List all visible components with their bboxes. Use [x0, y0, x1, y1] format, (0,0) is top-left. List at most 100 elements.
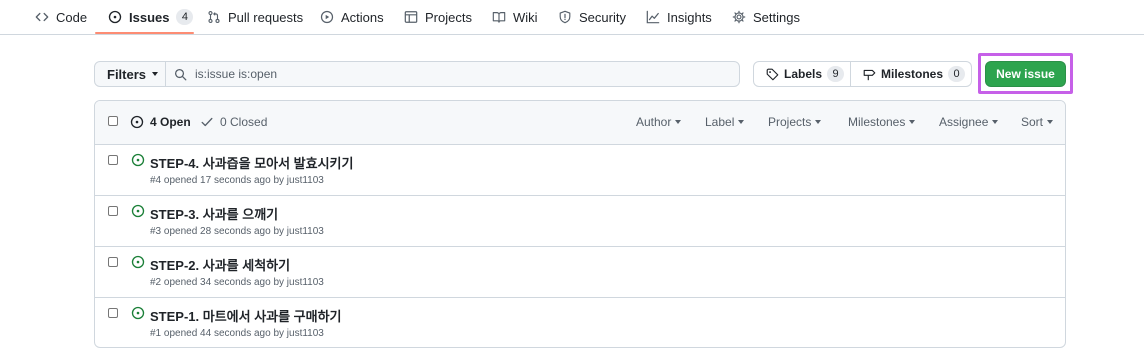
tab-pull-requests[interactable]: Pull requests: [207, 0, 303, 34]
assignee-filter-label: Assignee: [939, 115, 989, 129]
milestone-icon: [863, 69, 876, 80]
tab-wiki[interactable]: Wiki: [492, 0, 538, 34]
select-all-checkbox[interactable]: [108, 116, 118, 126]
tab-projects[interactable]: Projects: [404, 0, 472, 34]
author-filter-dropdown[interactable]: Author: [636, 115, 682, 129]
chevron-down-icon: [1047, 120, 1054, 124]
book-icon: [492, 12, 506, 23]
issue-row: STEP-3. 사과를 으깨기 #3 opened 28 seconds ago…: [95, 196, 1065, 247]
open-count-label: 4 Open: [150, 115, 191, 129]
issues-count-badge: 4: [176, 9, 194, 25]
label-filter-dropdown[interactable]: Label: [705, 115, 745, 129]
issue-title-link[interactable]: STEP-2. 사과를 세척하기: [150, 255, 290, 274]
issue-meta-text: #1 opened 44 seconds ago by: [150, 328, 287, 339]
author-filter-label: Author: [636, 115, 672, 129]
closed-issues-tab[interactable]: 0 Closed: [200, 115, 267, 129]
issue-author-link[interactable]: just1103: [287, 226, 324, 237]
issues-list: 4 Open 0 Closed Author Label Projects Mi…: [94, 100, 1066, 348]
issue-checkbox[interactable]: [108, 257, 118, 267]
tab-code-label: Code: [56, 9, 88, 25]
issue-meta-text: #2 opened 34 seconds ago by: [150, 277, 287, 288]
issue-title-link[interactable]: STEP-3. 사과를 으깨기: [150, 204, 278, 223]
chevron-down-icon: [152, 72, 159, 76]
tab-settings[interactable]: Settings: [732, 0, 800, 34]
chevron-down-icon: [992, 120, 999, 124]
issue-author-link[interactable]: just1103: [287, 328, 324, 339]
issue-meta-text: #3 opened 28 seconds ago by: [150, 226, 287, 237]
assignee-filter-dropdown[interactable]: Assignee: [939, 115, 999, 129]
new-issue-button[interactable]: New issue: [985, 61, 1066, 87]
issue-checkbox[interactable]: [108, 206, 118, 216]
issue-opened-icon: [108, 10, 122, 24]
tab-issues[interactable]: Issues 4: [108, 0, 194, 34]
repo-nav: Code Issues 4 Pull requests Actions Proj…: [0, 0, 1144, 35]
sort-label: Sort: [1021, 115, 1044, 129]
issue-row: STEP-1. 마트에서 사과를 구매하기 #1 opened 44 secon…: [95, 298, 1065, 347]
issue-opened-icon: [131, 306, 145, 320]
issue-meta: #3 opened 28 seconds ago by just1103: [150, 226, 324, 237]
milestones-filter-dropdown[interactable]: Milestones: [848, 115, 916, 129]
issue-opened-icon: [130, 115, 144, 129]
search-icon: [174, 68, 187, 80]
issue-meta: #1 opened 44 seconds ago by just1103: [150, 328, 324, 339]
issue-opened-icon: [131, 153, 145, 167]
tab-insights-label: Insights: [667, 9, 712, 25]
issue-author-link[interactable]: just1103: [287, 175, 324, 186]
issue-title-link[interactable]: STEP-4. 사과즙을 모아서 발효시키기: [150, 153, 353, 172]
issue-meta: #4 opened 17 seconds ago by just1103: [150, 175, 324, 186]
graph-icon: [646, 10, 660, 24]
milestones-count-badge: 0: [948, 66, 966, 82]
milestones-filter-label: Milestones: [848, 115, 906, 129]
label-filter-label: Label: [705, 115, 735, 129]
shield-icon: [559, 10, 571, 24]
issue-checkbox[interactable]: [108, 308, 118, 318]
tab-actions[interactable]: Actions: [320, 0, 384, 34]
tab-wiki-label: Wiki: [513, 9, 538, 25]
milestones-button[interactable]: Milestones 0: [851, 61, 972, 87]
tab-code[interactable]: Code: [35, 0, 87, 34]
chevron-down-icon: [909, 120, 916, 124]
issue-opened-icon: [131, 204, 145, 218]
labels-count-badge: 9: [827, 66, 845, 82]
tab-projects-label: Projects: [425, 9, 472, 25]
issue-row: STEP-4. 사과즙을 모아서 발효시키기 #4 opened 17 seco…: [95, 145, 1065, 196]
issue-title-link[interactable]: STEP-1. 마트에서 사과를 구매하기: [150, 306, 342, 325]
issue-opened-icon: [131, 255, 145, 269]
chevron-down-icon: [738, 120, 745, 124]
closed-count-label: 0 Closed: [220, 115, 268, 129]
open-issues-tab[interactable]: 4 Open: [130, 115, 191, 129]
tab-pull-requests-label: Pull requests: [228, 9, 304, 25]
filters-label: Filters: [107, 66, 147, 82]
table-icon: [404, 11, 418, 23]
milestones-label: Milestones: [881, 67, 944, 81]
selected-tab-underline: [95, 32, 194, 34]
tab-issues-label: Issues: [129, 9, 170, 25]
check-icon: [201, 117, 213, 127]
play-icon: [320, 10, 334, 24]
labels-button[interactable]: Labels 9: [753, 61, 851, 87]
issue-search-box: [165, 61, 740, 87]
issue-meta: #2 opened 34 seconds ago by just1103: [150, 277, 324, 288]
issue-checkbox[interactable]: [108, 155, 118, 165]
issue-author-link[interactable]: just1103: [287, 277, 324, 288]
tab-security[interactable]: Security: [558, 0, 626, 34]
filters-dropdown-button[interactable]: Filters: [94, 61, 166, 87]
projects-filter-dropdown[interactable]: Projects: [768, 115, 822, 129]
chevron-down-icon: [675, 120, 682, 124]
code-icon: [35, 12, 49, 22]
sort-dropdown[interactable]: Sort: [1021, 115, 1054, 129]
search-input[interactable]: [195, 67, 715, 81]
issue-row: STEP-2. 사과를 세척하기 #2 opened 34 seconds ag…: [95, 247, 1065, 298]
tab-insights[interactable]: Insights: [646, 0, 712, 34]
issue-meta-text: #4 opened 17 seconds ago by: [150, 175, 287, 186]
gear-icon: [732, 10, 746, 24]
tag-icon: [766, 68, 779, 80]
git-pull-request-icon: [208, 11, 220, 23]
issues-list-header: 4 Open 0 Closed Author Label Projects Mi…: [95, 101, 1065, 145]
tab-settings-label: Settings: [753, 9, 800, 25]
projects-filter-label: Projects: [768, 115, 812, 129]
chevron-down-icon: [815, 120, 822, 124]
tab-actions-label: Actions: [341, 9, 384, 25]
labels-label: Labels: [784, 67, 823, 81]
tab-security-label: Security: [579, 9, 626, 25]
